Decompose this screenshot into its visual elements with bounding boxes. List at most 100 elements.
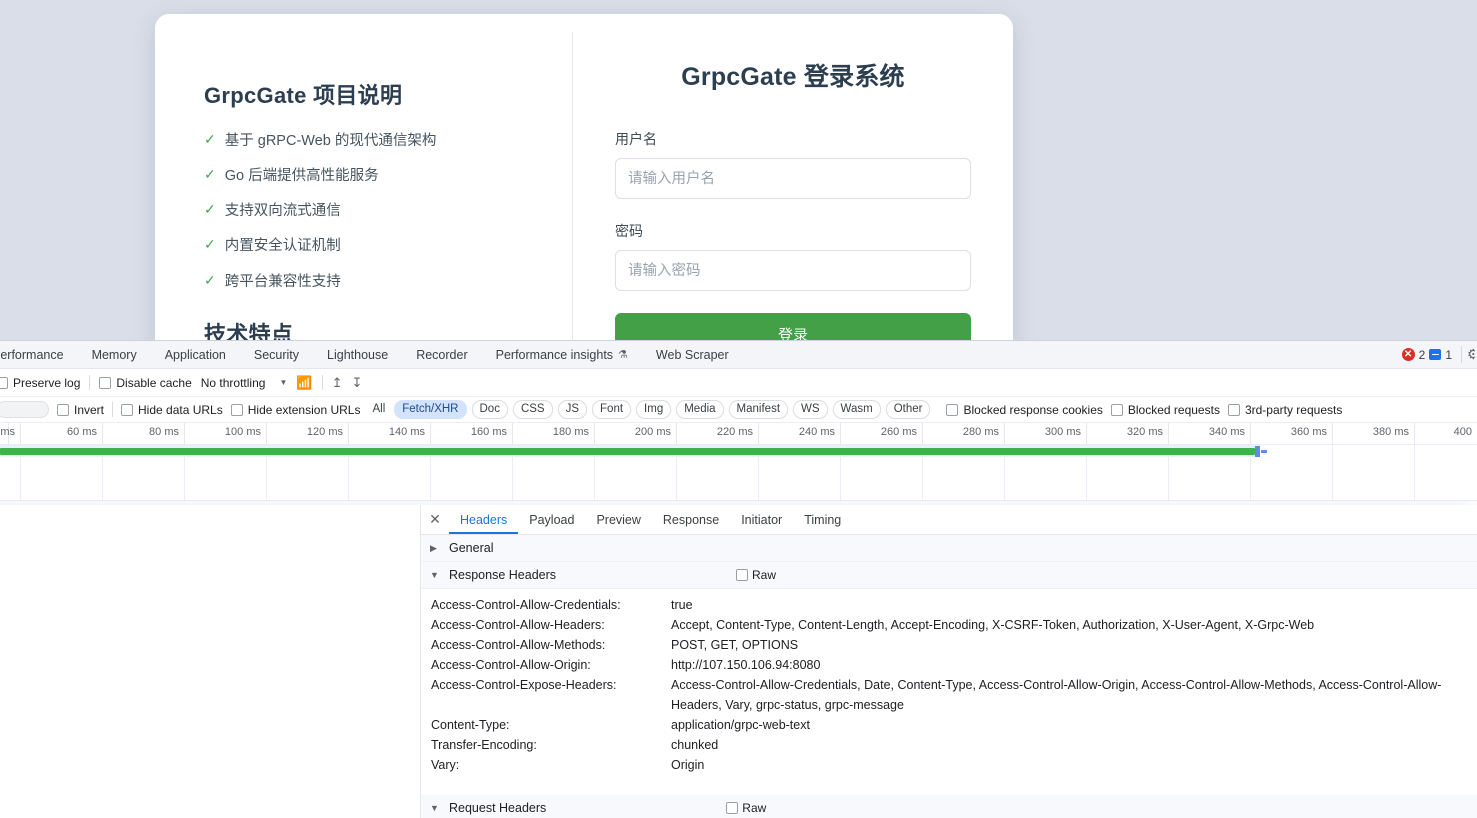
hide-data-urls-checkbox[interactable]: Hide data URLs — [121, 403, 223, 417]
password-input[interactable] — [615, 250, 971, 291]
preserve-log-label: Preserve log — [13, 375, 81, 390]
disable-cache-checkbox[interactable]: Disable cache — [99, 376, 192, 390]
divider — [89, 375, 91, 390]
check-icon: ✓ — [204, 166, 216, 183]
tab-performance-insights[interactable]: Performance insights ⚗ — [482, 341, 642, 368]
filter-chip-img[interactable]: Img — [636, 400, 672, 419]
import-har-icon[interactable]: ↥ — [332, 375, 343, 391]
request-detail-panel: ✕ Headers Payload Preview Response Initi… — [420, 505, 1477, 818]
filter-input[interactable] — [0, 401, 49, 418]
close-icon[interactable]: ✕ — [421, 505, 449, 534]
network-filterbar: Invert Hide data URLs Hide extension URL… — [0, 397, 1477, 423]
gear-icon[interactable]: ⚙ — [1461, 346, 1475, 363]
timeline-request-bar — [0, 448, 1255, 455]
timeline-tick-label: 400 — [1453, 426, 1472, 438]
timeline-gridline — [1414, 445, 1415, 500]
list-item: ✓ 基于 gRPC-Web 的现代通信架构 — [204, 131, 573, 150]
password-label: 密码 — [615, 223, 643, 239]
raw-label: Raw — [752, 568, 777, 582]
message-count: 1 — [1445, 347, 1452, 362]
header-name: Access-Control-Allow-Origin: — [431, 658, 591, 672]
tab-initiator[interactable]: Initiator — [730, 505, 793, 534]
timeline-gridline — [1332, 445, 1333, 500]
third-party-requests-label: 3rd-party requests — [1244, 402, 1343, 417]
list-item: ✓ Go 后端提供高性能服务 — [204, 166, 573, 185]
filter-chip-ws[interactable]: WS — [793, 400, 828, 419]
filter-chip-js[interactable]: JS — [557, 400, 588, 419]
list-item: ✓ 内置安全认证机制 — [204, 236, 573, 255]
section-general[interactable]: ▶ General — [421, 535, 1477, 562]
message-badge[interactable]: 1 — [1429, 348, 1452, 362]
tab-recorder[interactable]: Recorder — [402, 341, 481, 368]
filter-chip-manifest[interactable]: Manifest — [728, 400, 789, 419]
detail-tabbar: ✕ Headers Payload Preview Response Initi… — [421, 505, 1477, 535]
timeline-tick-label: 320 ms — [1126, 426, 1163, 438]
export-har-icon[interactable]: ↧ — [351, 375, 362, 391]
tab-response[interactable]: Response — [652, 505, 730, 534]
header-row: Transfer-Encoding: chunked — [421, 735, 1477, 755]
timeline-tick: 340 ms — [1168, 423, 1250, 445]
third-party-requests-checkbox[interactable]: 3rd-party requests — [1227, 402, 1343, 417]
raw-toggle-request[interactable]: Raw — [726, 801, 766, 815]
filter-chip-media[interactable]: Media — [676, 400, 724, 419]
throttling-select[interactable]: No throttling ▼ — [201, 376, 288, 390]
tab-lighthouse[interactable]: Lighthouse — [313, 341, 402, 368]
section-request-headers[interactable]: ▼ Request Headers Raw — [421, 795, 1477, 818]
checkbox-box — [1110, 403, 1123, 416]
header-value: Access-Control-Allow-Credentials, Date, … — [671, 678, 1442, 712]
hide-extension-urls-checkbox[interactable]: Hide extension URLs — [230, 403, 360, 417]
filter-chip-css[interactable]: CSS — [512, 400, 553, 419]
raw-toggle-response[interactable]: Raw — [736, 568, 776, 582]
header-name: Transfer-Encoding: — [431, 738, 537, 752]
tab-application[interactable]: Application — [151, 341, 240, 368]
tab-label: Security — [253, 347, 300, 362]
header-name: Access-Control-Allow-Credentials: — [431, 598, 621, 612]
invert-label: Invert — [74, 402, 105, 417]
header-value: http://107.150.106.94:8080 — [671, 658, 821, 672]
filter-chip-fetch-xhr[interactable]: Fetch/XHR — [394, 400, 467, 419]
network-timeline-overview[interactable]: 0 ms 60 ms 80 ms 100 ms 120 ms 140 ms 160 ms 18… — [0, 423, 1477, 501]
tab-label: Performance insights — [495, 347, 614, 362]
filter-chip-doc[interactable]: Doc — [471, 400, 508, 419]
login-panel: GrpcGate 登录系统 用户名 密码 登录 — [573, 14, 1013, 340]
filter-chip-all[interactable]: All — [368, 401, 390, 418]
tab-memory[interactable]: Memory — [78, 341, 151, 368]
page-title: GrpcGate 项目说明 — [204, 83, 403, 108]
section-label: Response Headers — [449, 568, 557, 582]
timeline-tick-label: 300 ms — [1044, 426, 1081, 438]
tab-web-scraper[interactable]: Web Scraper — [642, 341, 743, 368]
devtools-tabbar: Performance Memory Application Security … — [0, 341, 1477, 369]
resource-type-filters: All Fetch/XHR Doc CSS JS Font Img Media … — [368, 400, 931, 419]
error-icon: ✕ — [1401, 348, 1415, 361]
tab-headers[interactable]: Headers — [449, 505, 518, 534]
request-list-pane[interactable] — [0, 505, 420, 818]
timeline-tick: 360 ms — [1250, 423, 1332, 445]
invert-checkbox[interactable]: Invert — [57, 403, 104, 417]
section-response-headers[interactable]: ▼ Response Headers Raw — [421, 562, 1477, 589]
network-conditions-icon[interactable]: 📶 — [296, 375, 312, 391]
tab-performance[interactable]: Performance — [0, 341, 78, 368]
checkbox-box — [99, 376, 112, 389]
tab-label: Application — [164, 347, 226, 362]
tab-timing[interactable]: Timing — [793, 505, 852, 534]
header-value: true — [671, 598, 693, 612]
login-card: GrpcGate 项目说明 ✓ 基于 gRPC-Web 的现代通信架构 ✓ Go… — [155, 14, 1013, 340]
tab-payload[interactable]: Payload — [518, 505, 585, 534]
devtools-panel: Performance Memory Application Security … — [0, 340, 1477, 818]
login-submit-button[interactable]: 登录 — [615, 313, 971, 340]
preserve-log-checkbox[interactable]: Preserve log — [0, 376, 80, 390]
feature-label: 支持双向流式通信 — [224, 203, 341, 220]
timeline-tick-label: 120 ms — [306, 426, 343, 438]
username-input[interactable] — [615, 158, 971, 199]
filter-chip-font[interactable]: Font — [592, 400, 632, 419]
filter-chip-wasm[interactable]: Wasm — [832, 400, 881, 419]
section-label: General — [449, 541, 494, 555]
blocked-response-cookies-checkbox[interactable]: Blocked response cookies — [946, 403, 1103, 417]
timeline-tick-label: 220 ms — [716, 426, 753, 438]
tab-security[interactable]: Security — [240, 341, 313, 368]
tab-preview[interactable]: Preview — [585, 505, 651, 534]
filter-chip-other[interactable]: Other — [885, 400, 931, 419]
blocked-requests-checkbox[interactable]: Blocked requests — [1110, 403, 1220, 417]
timeline-tick-label: 200 ms — [634, 426, 671, 438]
error-badge[interactable]: ✕ 2 — [1401, 348, 1425, 362]
